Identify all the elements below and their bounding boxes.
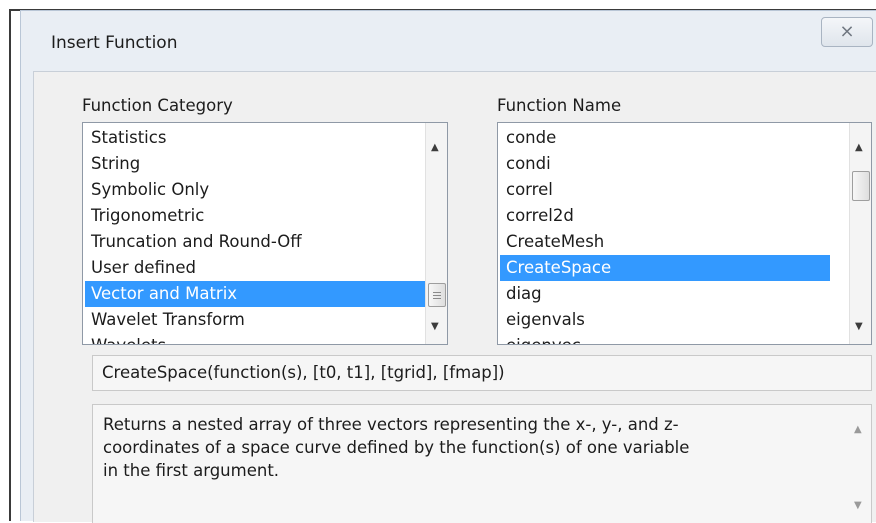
function-category-list[interactable]: Statistics String Symbolic Only Trigonom… <box>82 122 448 345</box>
grip-line <box>433 298 441 299</box>
category-item-user-defined[interactable]: User defined <box>85 255 425 281</box>
scroll-up-arrow-icon[interactable]: ▲ <box>854 425 862 435</box>
grip-line <box>433 292 441 293</box>
scroll-down-arrow-icon[interactable]: ▼ <box>431 322 439 332</box>
scroll-down-arrow-icon[interactable]: ▼ <box>854 501 862 511</box>
function-description-box: Returns a nested array of three vectors … <box>92 404 872 523</box>
title-bar[interactable]: Insert Function ⨯ <box>21 11 876 71</box>
category-item-truncation[interactable]: Truncation and Round-Off <box>85 229 425 255</box>
function-name-list[interactable]: conde condi correl correl2d CreateMesh C… <box>497 122 872 345</box>
dialog-body: Function Category Function Name Statisti… <box>33 71 876 523</box>
function-syntax: CreateSpace(function(s), [t0, t1], [tgri… <box>92 355 872 391</box>
category-item-string[interactable]: String <box>85 151 425 177</box>
function-item-correl2d[interactable]: correl2d <box>500 203 830 229</box>
function-item-condi[interactable]: condi <box>500 151 830 177</box>
function-item-eigenvec[interactable]: eigenvec <box>500 333 830 344</box>
scroll-up-arrow-icon[interactable]: ▲ <box>431 143 439 153</box>
category-item-vector-and-matrix[interactable]: Vector and Matrix <box>85 281 425 307</box>
insert-function-dialog: Insert Function ⨯ Function Category Func… <box>20 10 876 523</box>
function-item-conde[interactable]: conde <box>500 125 830 151</box>
description-line: in the first argument. <box>103 461 280 480</box>
grip-line <box>433 295 441 296</box>
scroll-down-arrow-icon[interactable]: ▼ <box>855 322 863 332</box>
function-item-eigenvals[interactable]: eigenvals <box>500 307 830 333</box>
function-name-label: Function Name <box>497 96 622 115</box>
category-item-trigonometric[interactable]: Trigonometric <box>85 203 425 229</box>
category-item-wavelet-transform[interactable]: Wavelet Transform <box>85 307 425 333</box>
close-button[interactable]: ⨯ <box>821 17 873 47</box>
dialog-title: Insert Function <box>51 33 178 53</box>
function-description: Returns a nested array of three vectors … <box>103 413 803 482</box>
close-icon: ⨯ <box>839 21 855 42</box>
category-scrollbar[interactable]: ▲ ▼ <box>425 123 447 344</box>
category-item-symbolic-only[interactable]: Symbolic Only <box>85 177 425 203</box>
function-scroll-thumb[interactable] <box>852 171 870 201</box>
category-item-statistics[interactable]: Statistics <box>85 125 425 151</box>
scroll-up-arrow-icon[interactable]: ▲ <box>855 143 863 153</box>
function-item-diag[interactable]: diag <box>500 281 830 307</box>
category-item-wavelets[interactable]: Wavelets <box>85 333 425 344</box>
function-item-createspace[interactable]: CreateSpace <box>500 255 830 281</box>
description-line: Returns a nested array of three vectors … <box>103 415 679 434</box>
function-item-createmesh[interactable]: CreateMesh <box>500 229 830 255</box>
category-scroll-thumb[interactable] <box>428 283 446 307</box>
description-line: coordinates of a space curve defined by … <box>103 438 690 457</box>
function-category-label: Function Category <box>82 96 233 115</box>
function-item-correl[interactable]: correl <box>500 177 830 203</box>
function-scrollbar[interactable]: ▲ ▼ <box>849 123 871 344</box>
outer-frame-left <box>9 9 11 521</box>
description-scrollbar[interactable]: ▲ ▼ <box>849 405 871 523</box>
